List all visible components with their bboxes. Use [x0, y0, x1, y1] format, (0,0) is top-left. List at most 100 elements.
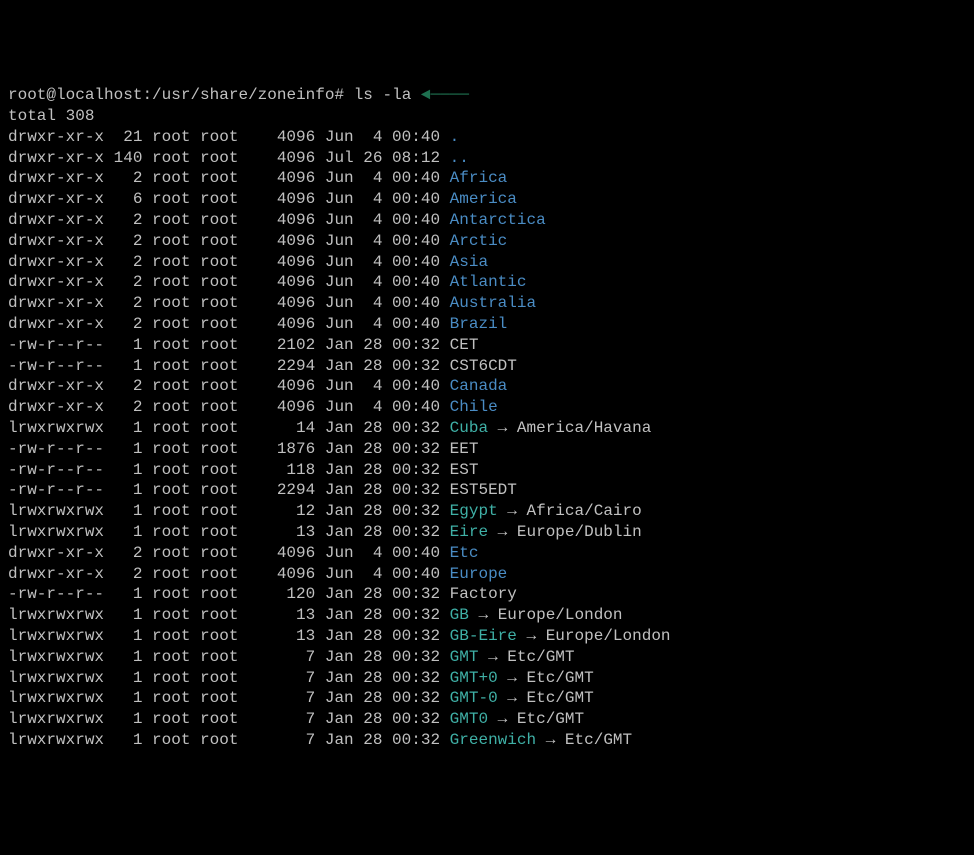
symlink-arrow-icon: → [498, 710, 508, 728]
perms: lrwxrwxrwx [8, 522, 104, 543]
owner: root [152, 418, 200, 439]
link-count: 2 [104, 293, 142, 314]
link-count: 1 [104, 688, 142, 709]
perms: drwxr-xr-x [8, 272, 104, 293]
total-line: total 308 [8, 107, 94, 125]
link-count: 2 [104, 376, 142, 397]
perms: drwxr-xr-x [8, 210, 104, 231]
perms: drwxr-xr-x [8, 376, 104, 397]
date: Jan 28 00:32 [325, 501, 450, 522]
entry-name: .. [450, 149, 469, 167]
date: Jan 28 00:32 [325, 647, 450, 668]
perms: drwxr-xr-x [8, 293, 104, 314]
group: root [200, 376, 248, 397]
owner: root [152, 460, 200, 481]
perms: drwxr-xr-x [8, 252, 104, 273]
symlink-target: Etc/GMT [527, 669, 594, 687]
perms: drwxr-xr-x [8, 168, 104, 189]
entry-name: Australia [450, 294, 536, 312]
link-count: 21 [104, 127, 142, 148]
link-count: 1 [104, 626, 142, 647]
group: root [200, 480, 248, 501]
symlink-target: Europe/Dublin [517, 523, 642, 541]
owner: root [152, 397, 200, 418]
terminal-output[interactable]: root@localhost:/usr/share/zoneinfo# ls -… [8, 85, 966, 751]
prompt-host: localhost [56, 86, 142, 104]
symlink-target: Europe/London [546, 627, 671, 645]
date: Jun 4 00:40 [325, 543, 450, 564]
size: 4096 [248, 272, 315, 293]
date: Jun 4 00:40 [325, 397, 450, 418]
prompt-path: /usr/share/zoneinfo [152, 86, 334, 104]
group: root [200, 397, 248, 418]
group: root [200, 564, 248, 585]
symlink-target: Africa/Cairo [527, 502, 642, 520]
size: 7 [248, 730, 315, 751]
total-value: 308 [66, 107, 95, 125]
group: root [200, 148, 248, 169]
size: 4096 [248, 397, 315, 418]
entry-name: Etc [450, 544, 479, 562]
owner: root [152, 293, 200, 314]
size: 4096 [248, 376, 315, 397]
entry-name: Arctic [450, 232, 508, 250]
listing-row: drwxr-xr-x2 rootroot4096 Jun 4 00:40Chil… [8, 397, 966, 418]
owner: root [152, 709, 200, 730]
group: root [200, 418, 248, 439]
size: 2294 [248, 356, 315, 377]
listing-row: lrwxrwxrwx1 rootroot7 Jan 28 00:32GMT+0 … [8, 668, 966, 689]
perms: lrwxrwxrwx [8, 668, 104, 689]
size: 118 [248, 460, 315, 481]
owner: root [152, 127, 200, 148]
link-count: 1 [104, 439, 142, 460]
entry-name: GMT [450, 648, 479, 666]
group: root [200, 709, 248, 730]
owner: root [152, 439, 200, 460]
date: Jan 28 00:32 [325, 584, 450, 605]
perms: lrwxrwxrwx [8, 730, 104, 751]
listing-row: -rw-r--r--1 rootroot118 Jan 28 00:32EST [8, 460, 966, 481]
listing-row: drwxr-xr-x2 rootroot4096 Jun 4 00:40Aust… [8, 293, 966, 314]
owner: root [152, 605, 200, 626]
listing-row: drwxr-xr-x2 rootroot4096 Jun 4 00:40Atla… [8, 272, 966, 293]
listing-row: drwxr-xr-x2 rootroot4096 Jun 4 00:40Arct… [8, 231, 966, 252]
date: Jun 4 00:40 [325, 168, 450, 189]
annotation-arrow-icon: ◄──── [421, 86, 469, 104]
group: root [200, 584, 248, 605]
link-count: 2 [104, 564, 142, 585]
entry-name: GB [450, 606, 469, 624]
symlink-arrow-icon: → [507, 502, 517, 520]
listing-row: drwxr-xr-x140 rootroot4096 Jul 26 08:12.… [8, 148, 966, 169]
perms: drwxr-xr-x [8, 189, 104, 210]
date: Jan 28 00:32 [325, 668, 450, 689]
entry-name: Atlantic [450, 273, 527, 291]
entry-name: Egypt [450, 502, 498, 520]
entry-name: Chile [450, 398, 498, 416]
size: 4096 [248, 210, 315, 231]
link-count: 1 [104, 668, 142, 689]
listing-row: drwxr-xr-x2 rootroot4096 Jun 4 00:40Afri… [8, 168, 966, 189]
entry-name: Asia [450, 253, 488, 271]
symlink-target: Etc/GMT [517, 710, 584, 728]
owner: root [152, 626, 200, 647]
entry-name: EET [450, 440, 479, 458]
prompt-symbol: # [334, 86, 344, 104]
listing-row: drwxr-xr-x2 rootroot4096 Jun 4 00:40Asia [8, 252, 966, 273]
group: root [200, 605, 248, 626]
perms: -rw-r--r-- [8, 356, 104, 377]
size: 4096 [248, 293, 315, 314]
listing-row: drwxr-xr-x2 rootroot4096 Jun 4 00:40Cana… [8, 376, 966, 397]
owner: root [152, 335, 200, 356]
date: Jan 28 00:32 [325, 522, 450, 543]
symlink-arrow-icon: → [478, 606, 488, 624]
link-count: 1 [104, 460, 142, 481]
size: 4096 [248, 127, 315, 148]
size: 4096 [248, 543, 315, 564]
perms: drwxr-xr-x [8, 564, 104, 585]
date: Jun 4 00:40 [325, 189, 450, 210]
perms: lrwxrwxrwx [8, 418, 104, 439]
group: root [200, 460, 248, 481]
symlink-arrow-icon: → [498, 419, 508, 437]
group: root [200, 335, 248, 356]
size: 4096 [248, 168, 315, 189]
